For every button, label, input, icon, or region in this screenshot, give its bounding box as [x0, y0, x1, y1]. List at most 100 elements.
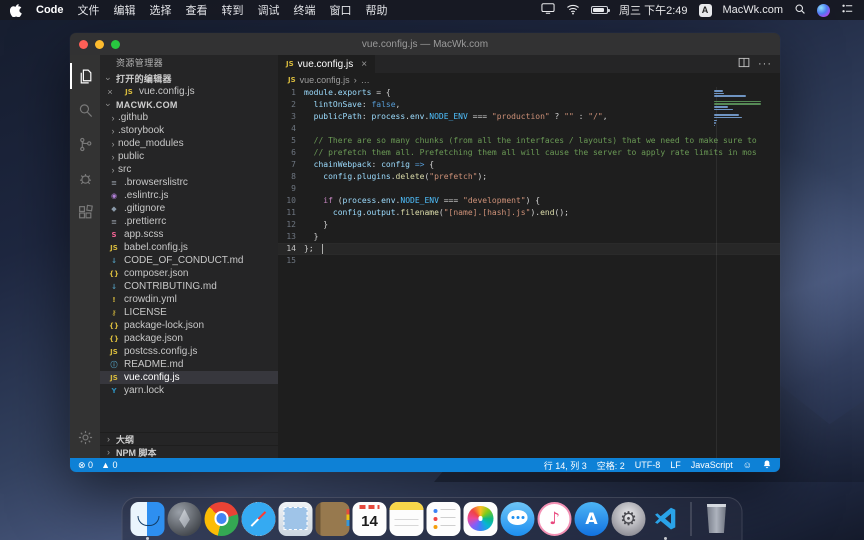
menu-app-name[interactable]: Code	[36, 4, 64, 16]
dock-mail-icon[interactable]	[279, 502, 313, 536]
tree-file-composer.json[interactable]: {}composer.json	[100, 267, 278, 280]
dock-systemprefs-icon[interactable]: ⚙	[612, 502, 646, 536]
code-line-2[interactable]: 2 lintOnSave: false,	[278, 99, 780, 111]
debug-icon[interactable]	[70, 161, 100, 195]
code-line-15[interactable]: 15	[278, 255, 780, 267]
code-line-3[interactable]: 3 publicPath: process.env.NODE_ENV === "…	[278, 111, 780, 123]
split-editor-icon[interactable]	[738, 55, 750, 73]
menu-clock[interactable]: 周三 下午2:49	[619, 2, 687, 18]
dock-appstore-icon[interactable]: A	[575, 502, 609, 536]
dock-chrome-icon[interactable]	[205, 502, 239, 536]
more-actions-icon[interactable]: ···	[758, 58, 772, 70]
apple-menu-icon[interactable]	[10, 3, 22, 17]
battery-icon[interactable]	[591, 6, 608, 14]
dock-reminders-icon[interactable]	[427, 502, 461, 536]
tree-file-app.scss[interactable]: Sapp.scss	[100, 228, 278, 241]
close-tab-icon[interactable]: ×	[361, 59, 367, 70]
warning-count[interactable]: ▲ 0	[101, 460, 117, 470]
code-line-8[interactable]: 8 config.plugins.delete("prefetch");	[278, 171, 780, 183]
code-line-7[interactable]: 7 chainWebpack: config => {	[278, 159, 780, 171]
open-editor-item[interactable]: ×JSvue.config.js	[100, 85, 278, 98]
tree-file-.browserslistrc[interactable]: ≡.browserslistrc	[100, 176, 278, 189]
code-line-5[interactable]: 5 // There are so many chunks (from all …	[278, 135, 780, 147]
open-editors-header[interactable]: › 打开的编辑器	[100, 72, 278, 85]
extensions-icon[interactable]	[70, 195, 100, 229]
menu-item-编辑[interactable]: 编辑	[114, 2, 136, 18]
tree-file-crowdin.yml[interactable]: !crowdin.yml	[100, 293, 278, 306]
menu-item-选择[interactable]: 选择	[150, 2, 172, 18]
explorer-icon[interactable]	[70, 59, 100, 93]
tree-file-yarn.lock[interactable]: Yyarn.lock	[100, 384, 278, 397]
input-source-icon[interactable]: A	[699, 4, 712, 17]
tree-file-package-lock.json[interactable]: {}package-lock.json	[100, 319, 278, 332]
spotlight-search-icon[interactable]	[794, 3, 806, 18]
status-item[interactable]: 空格: 2	[597, 459, 625, 472]
menu-account-label[interactable]: MacWk.com	[723, 4, 784, 16]
siri-icon[interactable]	[817, 4, 830, 17]
tree-file-.prettierrc[interactable]: ≡.prettierrc	[100, 215, 278, 228]
tree-file-.gitignore[interactable]: ◆.gitignore	[100, 202, 278, 215]
tree-file-babel.config.js[interactable]: JSbabel.config.js	[100, 241, 278, 254]
dock-calendar-icon[interactable]: 14	[353, 502, 387, 536]
breadcrumb[interactable]: JS vue.config.js › …	[278, 73, 780, 87]
menu-item-终端[interactable]: 终端	[294, 2, 316, 18]
tree-folder-.github[interactable]: ›.github	[100, 111, 278, 124]
feedback-smiley-icon[interactable]: ☺	[743, 460, 752, 470]
code-line-12[interactable]: 12 }	[278, 219, 780, 231]
tab-vue-config[interactable]: JS vue.config.js ×	[278, 55, 375, 73]
code-line-1[interactable]: 1module.exports = {	[278, 87, 780, 99]
code-line-6[interactable]: 6 // prefetch them all. Prefetching them…	[278, 147, 780, 159]
status-item[interactable]: LF	[670, 460, 681, 470]
tree-file-LICENSE[interactable]: ⚷LICENSE	[100, 306, 278, 319]
code-line-4[interactable]: 4	[278, 123, 780, 135]
tree-file-CODE_OF_CONDUCT.md[interactable]: ↓CODE_OF_CONDUCT.md	[100, 254, 278, 267]
notification-center-icon[interactable]	[841, 3, 854, 17]
minimap[interactable]	[714, 90, 764, 130]
menu-item-调试[interactable]: 调试	[258, 2, 280, 18]
tree-file-vue.config.js[interactable]: JSvue.config.js	[100, 371, 278, 384]
tree-folder-public[interactable]: ›public	[100, 150, 278, 163]
code-line-10[interactable]: 10 if (process.env.NODE_ENV === "develop…	[278, 195, 780, 207]
menu-item-帮助[interactable]: 帮助	[366, 2, 388, 18]
settings-gear-icon[interactable]	[70, 420, 100, 454]
dock-vscode-icon[interactable]	[649, 502, 683, 536]
dock-photos-icon[interactable]	[464, 502, 498, 536]
tree-file-CONTRIBUTING.md[interactable]: ↓CONTRIBUTING.md	[100, 280, 278, 293]
status-item[interactable]: 行 14, 列 3	[544, 459, 587, 472]
window-titlebar[interactable]: vue.config.js — MacWk.com	[70, 33, 780, 55]
code-line-9[interactable]: 9	[278, 183, 780, 195]
tree-file-README.md[interactable]: ⓘREADME.md	[100, 358, 278, 371]
status-item[interactable]: UTF-8	[635, 460, 661, 470]
status-item[interactable]: JavaScript	[691, 460, 733, 470]
code-line-13[interactable]: 13 }	[278, 231, 780, 243]
tree-file-package.json[interactable]: {}package.json	[100, 332, 278, 345]
tree-folder-src[interactable]: ›src	[100, 163, 278, 176]
wifi-icon[interactable]	[566, 3, 580, 18]
tree-folder-.storybook[interactable]: ›.storybook	[100, 124, 278, 137]
dock-notes-icon[interactable]	[390, 502, 424, 536]
menu-item-查看[interactable]: 查看	[186, 2, 208, 18]
menu-item-窗口[interactable]: 窗口	[330, 2, 352, 18]
code-line-11[interactable]: 11 config.output.filename("[name].[hash]…	[278, 207, 780, 219]
sidebar-section-NPM 脚本[interactable]: ›NPM 脚本	[100, 445, 278, 458]
dock-finder-icon[interactable]	[131, 502, 165, 536]
code-editor[interactable]: 1module.exports = {2 lintOnSave: false,3…	[278, 87, 780, 458]
dock-trash-icon[interactable]	[700, 502, 734, 536]
search-icon[interactable]	[70, 93, 100, 127]
dock-itunes-icon[interactable]: ♪	[538, 502, 572, 536]
code-line-14[interactable]: 14};	[278, 243, 780, 255]
dock-messages-icon[interactable]	[501, 502, 535, 536]
project-header[interactable]: › MACWK.COM	[100, 98, 278, 111]
notifications-bell-icon[interactable]	[762, 459, 772, 472]
dock-safari-icon[interactable]	[242, 502, 276, 536]
error-count[interactable]: ⊗ 0	[78, 460, 93, 471]
sidebar-section-大纲[interactable]: ›大纲	[100, 432, 278, 445]
menu-item-转到[interactable]: 转到	[222, 2, 244, 18]
source-control-icon[interactable]	[70, 127, 100, 161]
menu-item-文件[interactable]: 文件	[78, 2, 100, 18]
tree-file-postcss.config.js[interactable]: JSpostcss.config.js	[100, 345, 278, 358]
dock-contacts-icon[interactable]	[316, 502, 350, 536]
tree-folder-node_modules[interactable]: ›node_modules	[100, 137, 278, 150]
tree-file-.eslintrc.js[interactable]: ◉.eslintrc.js	[100, 189, 278, 202]
display-icon[interactable]	[541, 2, 555, 18]
